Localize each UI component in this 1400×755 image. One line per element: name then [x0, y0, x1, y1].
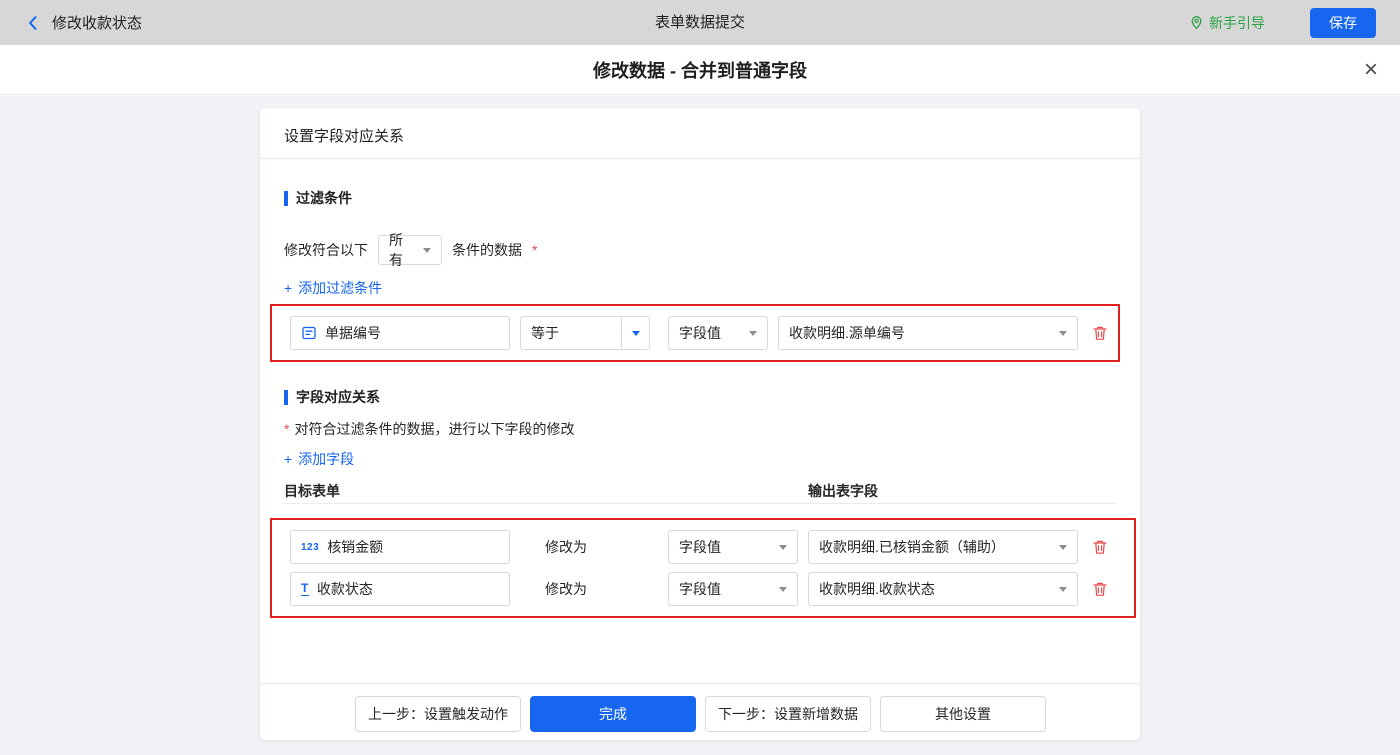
chevron-down-icon	[779, 544, 787, 550]
next-step-button[interactable]: 下一步：设置新增数据	[705, 696, 871, 732]
match-suffix: 条件的数据	[452, 242, 522, 258]
mapping-description: 对符合过滤条件的数据，进行以下字段的修改	[294, 421, 575, 437]
dialog-content: 设置字段对应关系 过滤条件 修改符合以下 所有 条件的数据 * + 添加过滤条件	[0, 96, 1400, 755]
text-field-icon: T	[301, 581, 309, 596]
chevron-down-icon	[779, 586, 787, 592]
topbar-back-label[interactable]: 修改收款状态	[52, 12, 142, 33]
dialog-titlebar: 修改数据 - 合并到普通字段 ×	[0, 45, 1400, 95]
column-header-target: 目标表单	[284, 483, 340, 499]
trash-icon	[1093, 540, 1107, 554]
modify-to-label: 修改为	[545, 581, 587, 597]
mapping-field-value: 核销金额	[327, 539, 384, 555]
operator-value: 等于	[531, 325, 559, 341]
close-icon[interactable]: ×	[1364, 57, 1378, 82]
section-marker	[284, 190, 288, 206]
chevron-down-icon	[423, 247, 431, 253]
done-button[interactable]: 完成	[530, 696, 696, 732]
settings-card: 设置字段对应关系 过滤条件 修改符合以下 所有 条件的数据 * + 添加过滤条件	[260, 108, 1140, 740]
card-header: 设置字段对应关系	[284, 128, 405, 145]
back-button[interactable]	[24, 14, 42, 32]
trash-icon	[1093, 582, 1107, 596]
chevron-down-icon	[1059, 544, 1067, 550]
delete-mapping-row-button[interactable]	[1088, 530, 1112, 564]
divider	[260, 683, 1140, 684]
filter-value-type-select[interactable]: 字段值	[668, 316, 768, 350]
mapping-description-line: * 对符合过滤条件的数据，进行以下字段的修改	[284, 419, 574, 439]
mapping-value-type: 字段值	[679, 581, 721, 597]
guide-link[interactable]: 新手引导	[1189, 13, 1265, 33]
delete-filter-button[interactable]	[1088, 316, 1112, 350]
match-prefix: 修改符合以下	[284, 242, 368, 258]
save-button[interactable]: 保存	[1310, 7, 1376, 38]
location-pin-icon	[1191, 16, 1202, 30]
column-header-output: 输出表字段	[808, 483, 878, 499]
chevron-left-icon	[29, 15, 37, 30]
add-field-label: 添加字段	[298, 451, 355, 467]
mapping-value-type: 字段值	[679, 539, 721, 555]
mapping-value-type-select[interactable]: 字段值	[668, 530, 798, 564]
topbar: 修改收款状态 表单数据提交 新手引导 保存	[0, 0, 1400, 45]
mapping-field-input[interactable]: 123 核销金额	[290, 530, 510, 564]
section-marker	[284, 389, 288, 405]
filter-value: 收款明细.源单编号	[789, 325, 905, 341]
plus-icon: +	[284, 280, 293, 296]
filter-field-input[interactable]: 单据编号	[290, 316, 510, 350]
trash-icon	[1093, 326, 1107, 340]
filter-section-label: 过滤条件	[296, 190, 352, 206]
mapping-field-input[interactable]: T 收款状态	[290, 572, 510, 606]
add-filter-label: 添加过滤条件	[298, 280, 383, 296]
mapping-value-select[interactable]: 收款明细.已核销金额（辅助）	[808, 530, 1078, 564]
filter-section-title: 过滤条件	[284, 188, 352, 208]
required-mark: *	[284, 421, 290, 437]
mapping-section-title: 字段对应关系	[284, 387, 380, 407]
guide-label: 新手引导	[1209, 14, 1265, 31]
mapping-section-label: 字段对应关系	[296, 389, 380, 405]
operator-caret-box	[621, 317, 649, 349]
dialog-title: 修改数据 - 合并到普通字段	[593, 60, 807, 81]
chevron-down-icon	[1059, 330, 1067, 336]
prev-step-button[interactable]: 上一步：设置触发动作	[355, 696, 521, 732]
filter-condition-line: 修改符合以下 所有 条件的数据 *	[284, 232, 538, 268]
operator-select[interactable]: 等于	[520, 316, 650, 350]
add-filter-condition-link[interactable]: + 添加过滤条件	[284, 278, 382, 298]
filter-value-type: 字段值	[679, 325, 721, 341]
mapping-value: 收款明细.已核销金额（辅助）	[819, 539, 1005, 555]
other-settings-button[interactable]: 其他设置	[880, 696, 1046, 732]
divider	[284, 503, 1116, 504]
match-mode-select[interactable]: 所有	[378, 232, 442, 268]
match-mode-value: 所有	[389, 232, 403, 268]
chevron-down-icon	[631, 330, 640, 336]
lookup-field-icon	[302, 326, 316, 340]
chevron-down-icon	[1059, 586, 1067, 592]
number-field-icon: 123	[301, 541, 320, 553]
filter-field-value: 单据编号	[325, 325, 381, 341]
mapping-value: 收款明细.收款状态	[819, 581, 935, 597]
mapping-field-value: 收款状态	[316, 581, 373, 597]
modify-to-label: 修改为	[545, 539, 587, 555]
filter-value-select[interactable]: 收款明细.源单编号	[778, 316, 1078, 350]
plus-icon: +	[284, 451, 293, 467]
chevron-down-icon	[749, 330, 757, 336]
mapping-value-type-select[interactable]: 字段值	[668, 572, 798, 606]
page: 修改收款状态 表单数据提交 新手引导 保存 修改数据 - 合并到普通字段 × 设…	[0, 0, 1400, 755]
add-field-link[interactable]: + 添加字段	[284, 449, 354, 469]
divider	[260, 158, 1140, 159]
mapping-value-select[interactable]: 收款明细.收款状态	[808, 572, 1078, 606]
required-mark: *	[532, 242, 538, 258]
delete-mapping-row-button[interactable]	[1088, 572, 1112, 606]
